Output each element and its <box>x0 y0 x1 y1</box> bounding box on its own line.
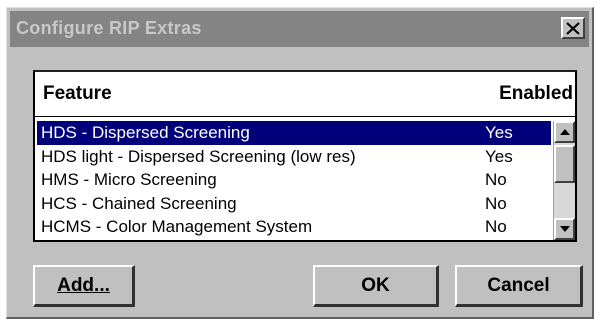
scrollbar-thumb[interactable] <box>554 145 575 183</box>
header-divider <box>35 116 575 117</box>
feature-name: HDS - Dispersed Screening <box>41 123 250 142</box>
feature-enabled: No <box>485 193 507 213</box>
feature-enabled: Yes <box>485 123 513 142</box>
feature-enabled: No <box>485 170 507 189</box>
column-header-enabled: Enabled <box>499 83 573 104</box>
scroll-down-button[interactable] <box>554 218 575 240</box>
scroll-up-arrow-icon <box>559 129 570 135</box>
feature-enabled: No <box>485 217 507 236</box>
title-bar[interactable]: Configure RIP Extras <box>10 11 589 47</box>
close-button[interactable] <box>561 17 585 39</box>
column-header-feature: Feature <box>43 83 112 104</box>
ok-button[interactable]: OK <box>313 265 439 307</box>
window-title: Configure RIP Extras <box>16 18 202 38</box>
feature-name: HCS - Chained Screening <box>41 193 237 213</box>
scroll-down-arrow-icon <box>559 226 570 232</box>
feature-name: HMS - Micro Screening <box>41 170 217 189</box>
list-header: Feature Enabled <box>35 72 575 112</box>
list-item[interactable]: HDS light - Dispersed Screening (low res… <box>37 145 551 169</box>
list-item[interactable]: HCS - Chained Screening No <box>37 192 551 216</box>
cancel-button[interactable]: Cancel <box>455 265 583 307</box>
configure-rip-extras-dialog: Configure RIP Extras Feature Enabled HDS… <box>6 7 594 319</box>
feature-name: HDS light - Dispersed Screening (low res… <box>41 146 356 166</box>
list-item[interactable]: HCMS - Color Management System No <box>37 215 551 239</box>
feature-rows: HDS - Dispersed Screening Yes HDS light … <box>37 121 551 239</box>
close-icon <box>566 21 580 35</box>
list-item[interactable]: HMS - Micro Screening No <box>37 168 551 192</box>
scroll-up-button[interactable] <box>554 121 575 143</box>
vertical-scrollbar[interactable] <box>553 121 575 240</box>
features-listbox[interactable]: Feature Enabled HDS - Dispersed Screenin… <box>33 70 577 242</box>
feature-name: HCMS - Color Management System <box>41 217 313 236</box>
list-item[interactable]: HDS - Dispersed Screening Yes <box>37 121 551 145</box>
add-button[interactable]: Add... <box>33 265 135 307</box>
feature-enabled: Yes <box>485 146 513 166</box>
